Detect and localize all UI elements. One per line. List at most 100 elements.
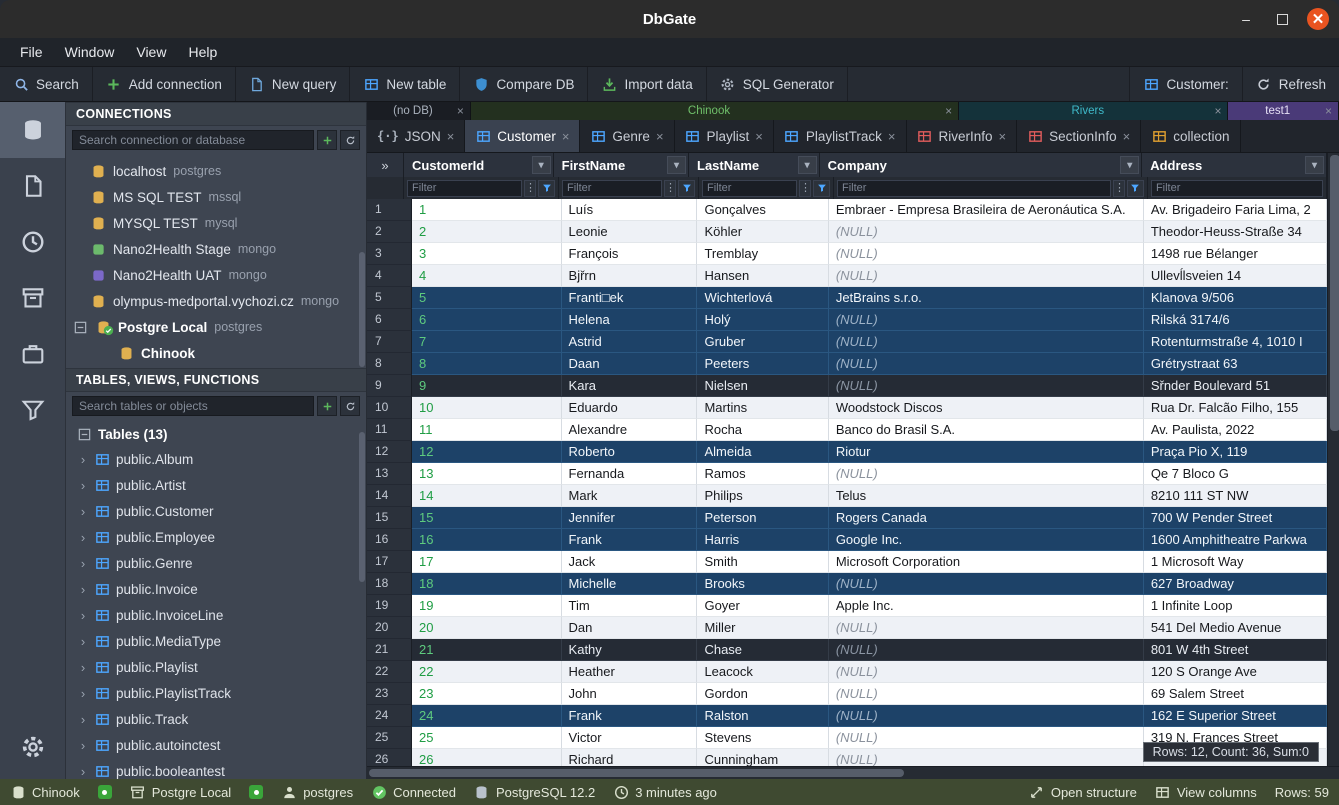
grid-cell[interactable]: 1	[412, 199, 562, 221]
grid-cell[interactable]: Gonçalves	[697, 199, 828, 221]
grid-row[interactable]: 1111AlexandreRochaBanco do Brasil S.A.Av…	[367, 419, 1327, 441]
sidebar-file-button[interactable]	[0, 158, 65, 214]
grid-cell[interactable]: Riotur	[829, 441, 1144, 463]
grid-cell[interactable]: Luís	[562, 199, 698, 221]
table-item-public-playlisttrack[interactable]: ›public.PlaylistTrack	[66, 680, 366, 706]
table-item-public-invoiceline[interactable]: ›public.InvoiceLine	[66, 602, 366, 628]
menu-window[interactable]: Window	[55, 41, 125, 63]
grid-row[interactable]: 1616FrankHarrisGoogle Inc.1600 Amphithea…	[367, 529, 1327, 551]
grid-cell[interactable]: 700 W Pender Street	[1144, 507, 1327, 529]
connections-search-input[interactable]	[72, 130, 314, 150]
tab-collection[interactable]: collection	[1141, 120, 1240, 152]
close-button[interactable]: ✕	[1307, 8, 1329, 30]
tables-refresh-button[interactable]	[340, 396, 360, 416]
grid-cell[interactable]: Smith	[697, 551, 828, 573]
grid-row[interactable]: 99KaraNielsen(NULL)Sřnder Boulevard 51	[367, 375, 1327, 397]
column-header-company[interactable]: Company▾	[820, 153, 1143, 177]
grid-cell[interactable]: 4	[412, 265, 562, 287]
filter-input-firstname[interactable]	[562, 180, 662, 197]
row-number[interactable]: 2	[367, 221, 412, 243]
grid-cell[interactable]: (NULL)	[829, 375, 1144, 397]
row-number[interactable]: 21	[367, 639, 412, 661]
sidebar-history-button[interactable]	[0, 214, 65, 270]
grid-cell[interactable]: 22	[412, 661, 562, 683]
grid-cell[interactable]: Harris	[697, 529, 828, 551]
chevron-down-icon[interactable]: ▾	[1120, 156, 1139, 174]
grid-cell[interactable]: Holý	[697, 309, 828, 331]
grid-cell[interactable]: Kathy	[562, 639, 698, 661]
row-number[interactable]: 17	[367, 551, 412, 573]
grid-cell[interactable]: Tremblay	[697, 243, 828, 265]
row-number[interactable]: 16	[367, 529, 412, 551]
row-number[interactable]: 11	[367, 419, 412, 441]
grid-row[interactable]: 2121KathyChase(NULL)801 W 4th Street	[367, 639, 1327, 661]
grid-row[interactable]: 77AstridGruber(NULL)Rotenturmstraße 4, 1…	[367, 331, 1327, 353]
sidebar-database-button[interactable]	[0, 102, 65, 158]
grid-cell[interactable]: Cunningham	[697, 749, 828, 766]
sidebar-briefcase-button[interactable]	[0, 326, 65, 382]
filter-input-company[interactable]	[837, 180, 1111, 197]
grid-cell[interactable]: 16	[412, 529, 562, 551]
filter-funnel-button[interactable]	[678, 180, 695, 197]
grid-cell[interactable]: 6	[412, 309, 562, 331]
grid-cell[interactable]: 9	[412, 375, 562, 397]
grid-cell[interactable]: 627 Broadway	[1144, 573, 1327, 595]
grid-cell[interactable]: Köhler	[697, 221, 828, 243]
row-number[interactable]: 19	[367, 595, 412, 617]
row-number[interactable]: 20	[367, 617, 412, 639]
grid-cell[interactable]: Roberto	[562, 441, 698, 463]
toolbar-refresh[interactable]: Refresh	[1242, 67, 1339, 101]
chevron-right-icon[interactable]: ›	[78, 634, 88, 649]
grid-cell[interactable]: Rocha	[697, 419, 828, 441]
chevron-right-icon[interactable]: ›	[78, 686, 88, 701]
chevron-down-icon[interactable]: ▾	[1305, 156, 1324, 174]
tables-search-input[interactable]	[72, 396, 314, 416]
tab-playlist[interactable]: Playlist×	[675, 120, 774, 152]
row-number[interactable]: 26	[367, 749, 412, 766]
grid-row[interactable]: 66HelenaHolý(NULL)Rilská 3174/6	[367, 309, 1327, 331]
status-view-columns[interactable]: View columns	[1155, 784, 1257, 800]
grid-cell[interactable]: 120 S Orange Ave	[1144, 661, 1327, 683]
grid-cell[interactable]: Philips	[697, 485, 828, 507]
chevron-right-icon[interactable]: ›	[78, 712, 88, 727]
chevron-down-icon[interactable]: ▾	[667, 156, 686, 174]
grid-row[interactable]: 88DaanPeeters(NULL)Grétrystraat 63	[367, 353, 1327, 375]
kebab-menu-icon[interactable]: ⋮	[664, 180, 676, 197]
grid-cell[interactable]: Leonie	[562, 221, 698, 243]
grid-horizontal-scrollbar[interactable]	[367, 766, 1339, 779]
status-postgre-local[interactable]: Postgre Local	[130, 784, 232, 800]
status-rows-59[interactable]: Rows: 59	[1275, 785, 1329, 800]
close-icon[interactable]: ×	[457, 104, 464, 118]
chevron-right-icon[interactable]: ›	[78, 764, 88, 779]
grid-cell[interactable]: Embraer - Empresa Brasileira de Aeronáut…	[829, 199, 1144, 221]
table-item-public-autoinctest[interactable]: ›public.autoinctest	[66, 732, 366, 758]
sidebar-settings-button[interactable]	[0, 719, 65, 775]
close-icon[interactable]: ×	[755, 129, 763, 144]
grid-cell[interactable]: 24	[412, 705, 562, 727]
grid-row[interactable]: 1717JackSmithMicrosoft Corporation1 Micr…	[367, 551, 1327, 573]
grid-cell[interactable]: Wichterlová	[697, 287, 828, 309]
close-icon[interactable]: ×	[447, 129, 455, 144]
status-3-minutes-ago[interactable]: 3 minutes ago	[613, 784, 717, 800]
grid-row[interactable]: 2222HeatherLeacock(NULL)120 S Orange Ave	[367, 661, 1327, 683]
toolbar-customer[interactable]: Customer:	[1129, 67, 1241, 101]
grid-cell[interactable]: 2	[412, 221, 562, 243]
grid-cell[interactable]: Telus	[829, 485, 1144, 507]
grid-cell[interactable]: (NULL)	[829, 661, 1144, 683]
grid-cell[interactable]: Ullevĺlsveien 14	[1144, 265, 1327, 287]
close-icon[interactable]: ×	[1214, 104, 1221, 118]
close-icon[interactable]: ×	[1325, 104, 1332, 118]
row-number[interactable]: 7	[367, 331, 412, 353]
grid-cell[interactable]: 69 Salem Street	[1144, 683, 1327, 705]
toolbar-search[interactable]: Search	[0, 67, 93, 101]
grid-cell[interactable]: Stevens	[697, 727, 828, 749]
grid-cell[interactable]: Av. Paulista, 2022	[1144, 419, 1327, 441]
grid-cell[interactable]: Gruber	[697, 331, 828, 353]
grid-cell[interactable]: Jack	[562, 551, 698, 573]
grid-cell[interactable]: 7	[412, 331, 562, 353]
grid-cell[interactable]: (NULL)	[829, 463, 1144, 485]
grid-cell[interactable]: Banco do Brasil S.A.	[829, 419, 1144, 441]
connection-item-postgre-local[interactable]: Postgre Localpostgres	[66, 314, 366, 340]
chevron-right-icon[interactable]: ›	[78, 738, 88, 753]
grid-row[interactable]: 33FrançoisTremblay(NULL)1498 rue Bélange…	[367, 243, 1327, 265]
